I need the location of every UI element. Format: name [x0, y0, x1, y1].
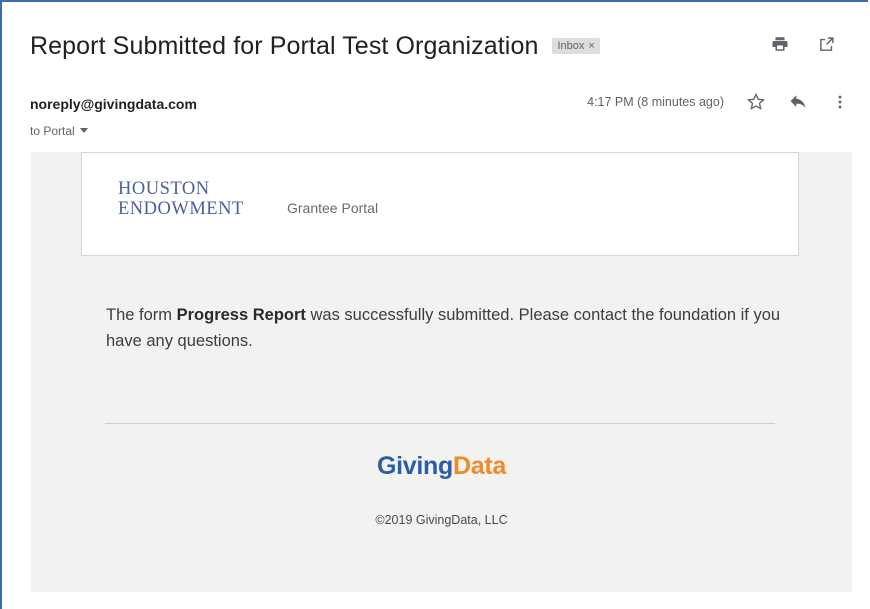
- inbox-label-text: Inbox: [557, 40, 585, 52]
- form-name: Progress Report: [176, 306, 306, 324]
- divider: [105, 423, 775, 424]
- reply-icon[interactable]: [788, 92, 808, 112]
- message-meta: 4:17 PM (8 minutes ago): [587, 92, 850, 112]
- brand-header: HOUSTON ENDOWMENT Grantee Portal: [81, 152, 799, 256]
- email-subject: Report Submitted for Portal Test Organiz…: [30, 31, 539, 60]
- more-vertical-icon[interactable]: [830, 92, 850, 112]
- portal-label: Grantee Portal: [287, 200, 379, 216]
- inbox-label-chip[interactable]: Inbox ×: [552, 38, 600, 54]
- copyright-text: ©2019 GivingData, LLC: [375, 513, 508, 527]
- subject-row: Report Submitted for Portal Test Organiz…: [30, 26, 850, 66]
- email-body: HOUSTON ENDOWMENT Grantee Portal The for…: [31, 152, 852, 592]
- houston-endowment-logo: HOUSTON ENDOWMENT: [118, 179, 244, 219]
- open-in-new-window-icon[interactable]: [816, 34, 836, 54]
- logo-part-data: Data: [452, 452, 506, 480]
- logo-line-2: ENDOWMENT: [118, 199, 244, 219]
- recipient-text: to Portal: [30, 124, 75, 138]
- sender-address[interactable]: noreply@givingdata.com: [30, 96, 197, 112]
- caret-down-icon[interactable]: [79, 124, 89, 138]
- message-text: The form Progress Report was successfull…: [106, 302, 786, 354]
- message-pre: The form: [106, 306, 177, 324]
- timestamp: 4:17 PM (8 minutes ago): [587, 95, 724, 109]
- givingdata-logo: GivingData: [31, 452, 852, 481]
- remove-label-icon[interactable]: ×: [588, 40, 594, 52]
- star-icon[interactable]: [746, 92, 766, 112]
- logo-part-giving: Giving: [377, 452, 453, 480]
- sender-row: noreply@givingdata.com 4:17 PM (8 minute…: [30, 92, 850, 118]
- print-icon[interactable]: [770, 34, 790, 54]
- subject-actions: [770, 34, 836, 54]
- recipient-line[interactable]: to Portal: [30, 124, 89, 138]
- logo-line-1: HOUSTON: [118, 179, 210, 199]
